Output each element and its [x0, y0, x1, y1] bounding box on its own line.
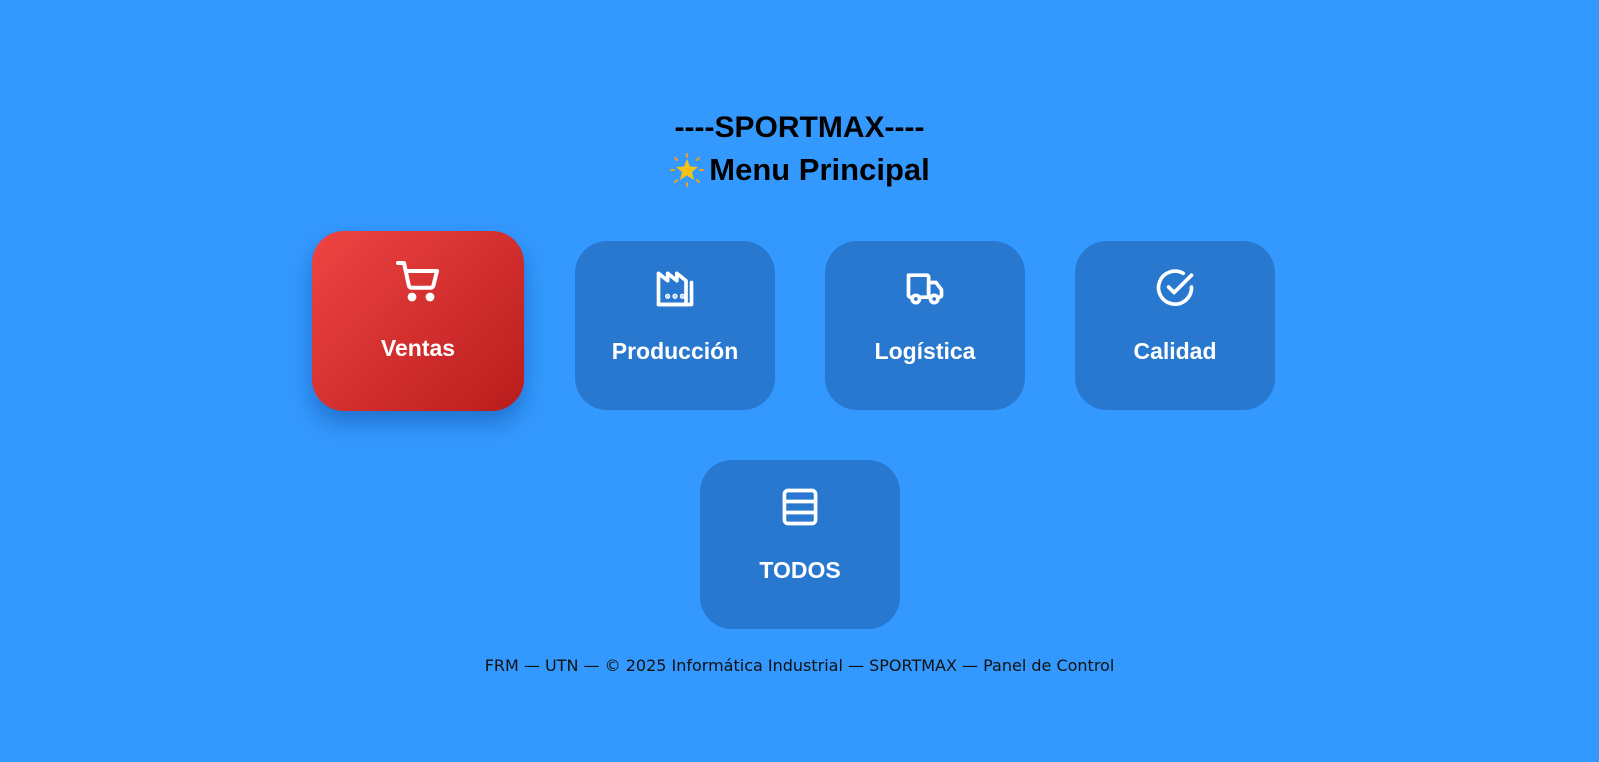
card-label: Logística [874, 338, 976, 364]
card-label: Producción [611, 338, 739, 364]
card-todos[interactable]: TODOS [700, 460, 900, 629]
card-label: Ventas [380, 335, 456, 361]
brand-title: ----SPORTMAX---- [674, 111, 925, 144]
page-title: Menu Principal [0, 148, 1599, 192]
factory-icon [656, 271, 694, 307]
star-icon [670, 153, 705, 187]
menu-title-text: Menu Principal [709, 152, 930, 187]
card-ventas[interactable]: Ventas [312, 231, 524, 411]
card-label: Calidad [1133, 338, 1217, 364]
list-icon [782, 488, 818, 526]
truck-icon [906, 273, 944, 305]
card-logistica[interactable]: Logística [825, 241, 1025, 410]
page-header: ----SPORTMAX---- Menu Principal [0, 108, 1599, 192]
footer-text: FRM — UTN — © 2025 Informática Industria… [484, 656, 1115, 675]
check-circle-icon [1156, 269, 1194, 306]
cart-icon [396, 261, 439, 302]
card-calidad[interactable]: Calidad [1075, 241, 1275, 410]
card-label: TODOS [759, 557, 841, 583]
card-produccion[interactable]: Producción [575, 241, 775, 410]
